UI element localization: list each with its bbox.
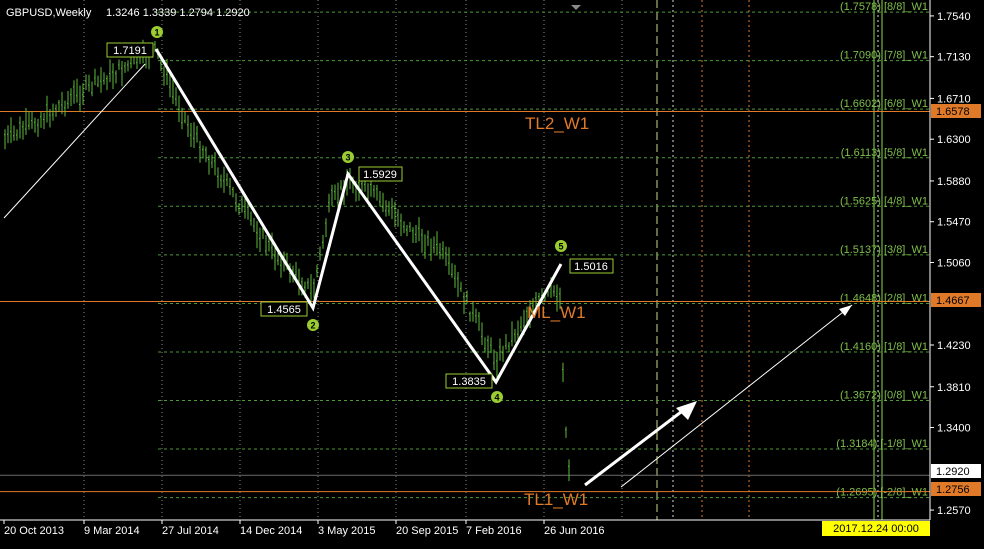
price-tick-label: 1.7540 <box>937 11 971 23</box>
wave-number-4: 4 <box>494 393 499 403</box>
ohlc-values: 1.3246 1.3339 1.2794 1.2920 <box>106 7 250 19</box>
wave-label-4: 1.3835 <box>445 373 493 389</box>
wave-value-1: 1.7191 <box>113 45 147 57</box>
symbol-timeframe: GBPUSD,Weekly <box>6 7 92 19</box>
tl1-label: TL1_W1 <box>524 490 588 509</box>
tag-ml-value: 1.4667 <box>936 295 970 307</box>
chart-background <box>0 0 984 544</box>
murrey-level-label: (1.6113) [5/8]_W1 <box>841 147 928 159</box>
wave-marker-5[interactable]: 5 <box>555 240 567 252</box>
tl2-label: TL2_W1 <box>525 114 589 133</box>
wave-value-5: 1.5016 <box>574 261 608 273</box>
wave-label-2: 1.4565 <box>260 301 308 317</box>
murrey-level-label: (1.3672) [0/8]_W1 <box>840 389 928 401</box>
price-chart[interactable]: (1.7578) [8/8]_W1 (1.7090) [7/8]_W1 (1.660… <box>0 0 984 544</box>
time-tick-label: 20 Sep 2015 <box>396 525 458 537</box>
wave-label-5: 1.5016 <box>569 258 614 274</box>
murrey-level-label: (1.2695) [-2/8]_W1 <box>836 487 928 499</box>
time-tick-label: 20 Oct 2013 <box>4 525 64 537</box>
wave-label-1: 1.7191 <box>106 42 154 58</box>
tag-current-price: 1.2920 <box>931 464 981 478</box>
murrey-level-label: (1.6602) [6/8]_W1 <box>840 98 928 110</box>
tag-current-value: 1.2920 <box>936 466 970 478</box>
time-tick-label: 9 Mar 2014 <box>84 525 140 537</box>
murrey-level-label: (1.4160) [1/8]_W1 <box>840 341 928 353</box>
wave-number-5: 5 <box>558 242 563 252</box>
murrey-level-label: (1.7090) [7/8]_W1 <box>840 50 928 62</box>
time-cursor-value: 2017.12.24 00:00 <box>833 523 919 535</box>
price-tick-label: 1.4230 <box>937 340 971 352</box>
murrey-level-label: (1.7578) [8/8]_W1 <box>840 1 928 13</box>
price-tick-label: 1.7130 <box>937 52 971 64</box>
time-tick-label: 26 Jun 2016 <box>544 525 605 537</box>
tag-tl2: 1.6578 <box>931 104 981 118</box>
price-tick-label: 1.5470 <box>937 217 971 229</box>
tag-tl1: 1.2756 <box>931 482 981 496</box>
price-tick-label: 1.6710 <box>937 93 971 105</box>
wave-number-1: 1 <box>154 28 159 38</box>
murrey-level-label: (1.5625) [4/8]_W1 <box>840 195 928 207</box>
time-tick-label: 14 Dec 2014 <box>240 525 302 537</box>
tag-tl2-value: 1.6578 <box>936 106 970 118</box>
murrey-level-label: (1.5137) [3/8]_W1 <box>840 244 928 256</box>
chart-window[interactable]: (1.7578) [8/8]_W1 (1.7090) [7/8]_W1 (1.660… <box>0 0 984 544</box>
murrey-level-label: (1.4648) [2/8]_W1 <box>840 292 928 304</box>
time-tick-label: 27 Jul 2014 <box>162 525 219 537</box>
price-tick-label: 1.6300 <box>937 134 971 146</box>
tag-tl1-value: 1.2756 <box>936 484 970 496</box>
tag-ml: 1.4667 <box>931 293 981 307</box>
time-cursor-tag: 2017.12.24 00:00 <box>822 521 930 536</box>
wave-marker-4[interactable]: 4 <box>491 391 503 403</box>
price-tick-label: 1.2570 <box>937 505 971 517</box>
wave-marker-3[interactable]: 3 <box>342 151 354 163</box>
wave-marker-1[interactable]: 1 <box>151 26 163 38</box>
price-tick-label: 1.3810 <box>937 382 971 394</box>
wave-marker-2[interactable]: 2 <box>307 319 319 331</box>
wave-value-2: 1.4565 <box>267 304 301 316</box>
price-tick-label: 1.5060 <box>937 257 971 269</box>
wave-number-2: 2 <box>310 321 315 331</box>
wave-value-3: 1.5929 <box>363 169 397 181</box>
price-tick-label: 1.5880 <box>937 176 971 188</box>
ml-label: ML_W1 <box>527 303 586 322</box>
wave-label-3: 1.5929 <box>358 166 403 182</box>
murrey-level-label: (1.3184) [-1/8]_W1 <box>836 438 928 450</box>
wave-number-3: 3 <box>345 153 350 163</box>
time-tick-label: 7 Feb 2016 <box>466 525 522 537</box>
wave-value-4: 1.3835 <box>452 376 486 388</box>
time-tick-label: 3 May 2015 <box>318 525 375 537</box>
price-tick-label: 1.3400 <box>937 423 971 435</box>
